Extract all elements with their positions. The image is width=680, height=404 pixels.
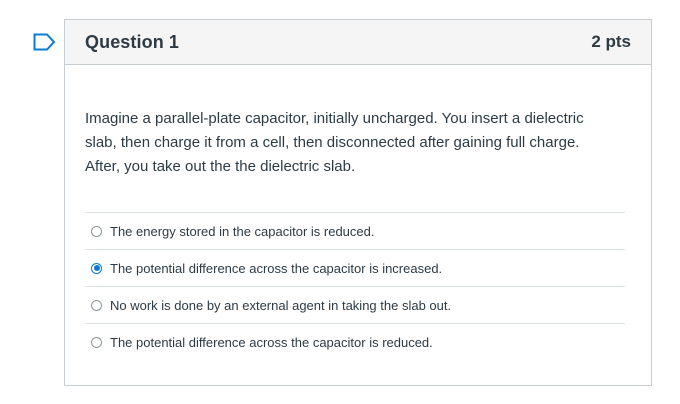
answer-label: No work is done by an external agent in …: [110, 297, 452, 313]
answer-list: The energy stored in the capacitor is re…: [85, 212, 625, 361]
answer-option-3[interactable]: No work is done by an external agent in …: [85, 287, 625, 324]
question-body: Imagine a parallel-plate capacitor, init…: [65, 65, 651, 361]
question-title: Question 1: [85, 31, 180, 52]
question-header: Question 1 2 pts: [65, 20, 651, 65]
radio-button[interactable]: [91, 299, 102, 311]
quiz-page: Question 1 2 pts Imagine a parallel-plat…: [0, 0, 680, 404]
question-text: Imagine a parallel-plate capacitor, init…: [85, 110, 584, 175]
answer-label: The potential difference across the capa…: [110, 260, 443, 276]
flag-question-icon[interactable]: [33, 33, 57, 51]
answer-option-2[interactable]: The potential difference across the capa…: [85, 250, 625, 287]
radio-button[interactable]: [91, 337, 102, 348]
question-points: 2 pts: [591, 32, 631, 51]
answer-option-1[interactable]: The energy stored in the capacitor is re…: [85, 213, 625, 250]
answer-label: The potential difference across the capa…: [110, 335, 433, 350]
answer-label: The energy stored in the capacitor is re…: [110, 223, 375, 239]
question-card: Question 1 2 pts Imagine a parallel-plat…: [64, 19, 652, 386]
radio-button-selected[interactable]: [91, 262, 102, 274]
radio-button[interactable]: [91, 225, 102, 237]
answer-option-4[interactable]: The potential difference across the capa…: [85, 324, 625, 361]
